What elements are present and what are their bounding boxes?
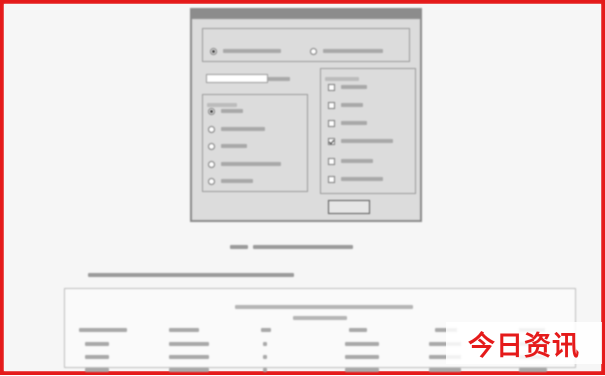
left-option-3[interactable] — [208, 141, 247, 151]
left-option-5[interactable] — [208, 176, 253, 186]
left-option-2[interactable] — [208, 124, 265, 134]
radio-icon — [310, 47, 317, 55]
watermark-logo: 今日资讯 — [446, 322, 602, 364]
checkbox-3[interactable] — [328, 118, 367, 128]
dialog-titlebar — [192, 10, 420, 19]
radio-icon — [208, 160, 215, 168]
figure-caption — [230, 234, 390, 249]
table-subtitle — [293, 305, 349, 320]
document-page — [4, 4, 601, 372]
checkbox-icon — [328, 101, 335, 109]
checkbox-checked-icon — [328, 137, 335, 145]
checkbox-icon — [328, 157, 335, 165]
number-input[interactable] — [206, 74, 268, 83]
ok-button[interactable] — [328, 200, 370, 214]
checkbox-4[interactable] — [328, 136, 393, 146]
radio-icon — [208, 177, 215, 185]
radio-selected-icon — [208, 107, 215, 115]
radio-icon — [208, 125, 215, 133]
checkbox-1[interactable] — [328, 82, 367, 92]
top-option-2[interactable] — [310, 46, 383, 56]
body-paragraph — [88, 262, 298, 277]
top-option-1[interactable] — [210, 46, 281, 56]
checkbox-5[interactable] — [328, 156, 373, 166]
table-title — [235, 294, 415, 309]
checkbox-icon — [328, 119, 335, 127]
checkbox-icon — [328, 83, 335, 91]
checkbox-icon — [328, 175, 335, 183]
options-dialog — [190, 8, 422, 222]
checkbox-6[interactable] — [328, 174, 383, 184]
left-option-1[interactable] — [208, 106, 243, 116]
radio-icon — [208, 142, 215, 150]
radio-selected-icon — [210, 47, 217, 55]
left-option-4[interactable] — [208, 159, 281, 169]
checkbox-2[interactable] — [328, 100, 363, 110]
top-option-group — [202, 28, 410, 62]
